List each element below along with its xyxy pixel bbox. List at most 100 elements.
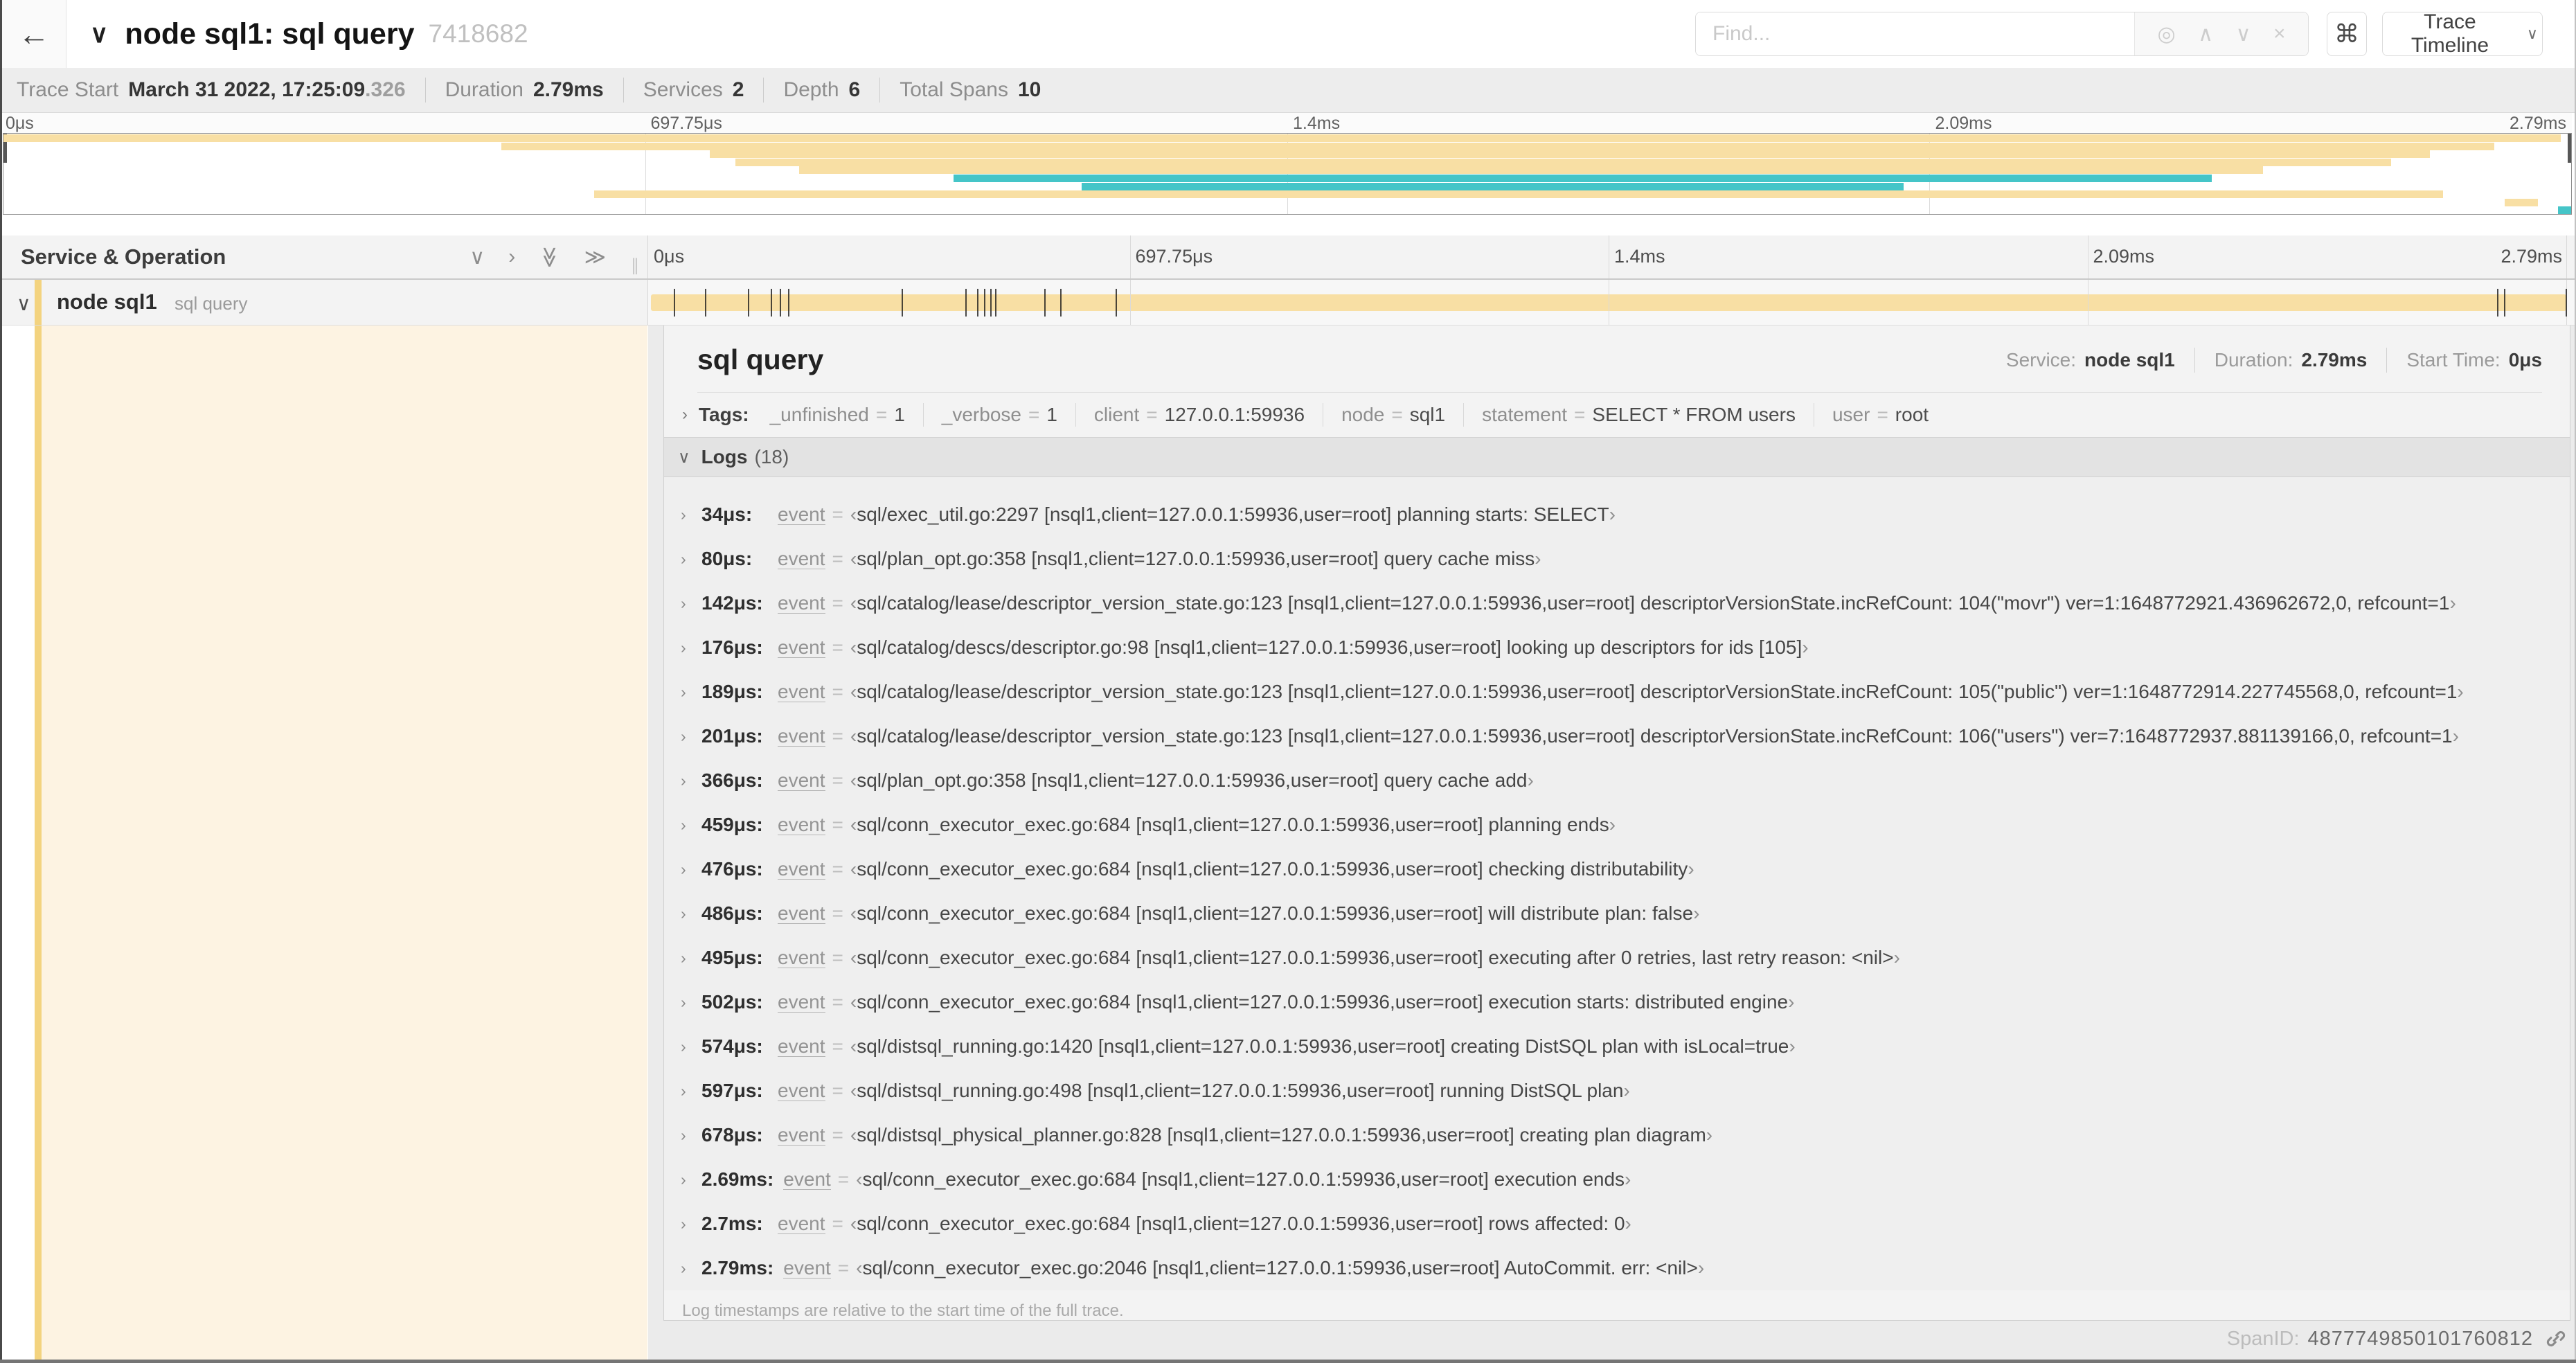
tag-equals: = xyxy=(1877,404,1888,425)
log-marker-tick xyxy=(976,289,978,317)
log-close-quote: › xyxy=(2457,681,2464,702)
collapse-one-icon[interactable]: ∨ xyxy=(469,245,485,269)
log-timestamp: 142μs: xyxy=(701,592,763,614)
log-field-value: sql/conn_executor_exec.go:2046 [nsql1,cl… xyxy=(862,1257,1698,1279)
collapse-all-icon[interactable]: ≫ xyxy=(537,246,562,267)
service-operation-title: Service & Operation xyxy=(21,244,226,269)
log-close-quote: › xyxy=(1535,548,1541,569)
collapse-trace-icon[interactable]: ∨ xyxy=(90,19,108,48)
minimap-span-bar xyxy=(3,134,2561,142)
axis-tick-label: 697.75μs xyxy=(1135,246,1213,267)
chevron-right-icon: › xyxy=(681,948,686,967)
back-button[interactable]: ← xyxy=(2,0,66,68)
tag-item: _verbose = 1 xyxy=(922,403,1057,427)
span-row[interactable]: ∨ node sql1 sql query xyxy=(0,280,2576,326)
tag-value: SELECT * FROM users xyxy=(1592,404,1796,425)
chevron-down-icon: ∨ xyxy=(2526,25,2538,42)
log-equals: = xyxy=(832,769,843,791)
focus-match-icon[interactable]: ◎ xyxy=(2157,22,2175,46)
log-marker-tick xyxy=(747,289,749,317)
log-timestamp: 476μs: xyxy=(701,858,763,880)
clear-find-icon[interactable]: × xyxy=(2273,22,2286,46)
span-row-name-cell[interactable]: ∨ node sql1 sql query xyxy=(0,280,648,325)
log-marker-tick xyxy=(965,289,967,317)
trace-summary-item: Trace Start March 31 2022, 17:25:09.326 xyxy=(17,78,406,103)
tag-key: _verbose xyxy=(941,404,1021,425)
log-timestamp: 597μs: xyxy=(701,1080,763,1101)
next-match-icon[interactable]: ∨ xyxy=(2236,22,2251,46)
minimap-span-bar xyxy=(1082,182,1904,190)
log-entry-row[interactable]: › 80μs: event = ‹ sql/plan_opt.go:358 [ns… xyxy=(664,537,2570,581)
chevron-right-icon: › xyxy=(681,771,686,790)
back-icon: ← xyxy=(18,16,50,52)
tags-accordion[interactable]: › Tags: _unfinished = 1 _verbose = 1 cli… xyxy=(681,393,2542,437)
minimap-span-bar xyxy=(709,150,2431,159)
log-field-key: event xyxy=(778,1123,825,1146)
log-close-quote: › xyxy=(1688,858,1694,880)
log-entry-row[interactable]: › 502μs: event = ‹ sql/conn_executor_exec… xyxy=(664,980,2570,1024)
log-close-quote: › xyxy=(1802,636,1809,658)
log-field-key: event xyxy=(778,680,825,703)
log-entry-row[interactable]: › 366μs: event = ‹ sql/plan_opt.go:358 [n… xyxy=(664,758,2570,803)
tag-equals: = xyxy=(1028,404,1040,425)
log-timestamp: 2.79ms: xyxy=(701,1257,774,1279)
expand-all-icon[interactable]: ≫ xyxy=(584,245,606,269)
log-field-key: event xyxy=(778,1212,825,1235)
logs-accordion-header[interactable]: ∨ Logs (18) xyxy=(664,437,2570,477)
log-entry-row[interactable]: › 574μs: event = ‹ sql/distsql_running.go… xyxy=(664,1024,2570,1069)
chevron-down-icon: ∨ xyxy=(678,447,690,467)
trace-title: node sql1: sql query xyxy=(125,17,415,51)
log-field-value: sql/plan_opt.go:358 [nsql1,client=127.0.… xyxy=(857,769,1528,791)
log-open-quote: ‹ xyxy=(850,592,857,614)
log-entry-row[interactable]: › 678μs: event = ‹ sql/distsql_physical_p… xyxy=(664,1113,2570,1157)
log-marker-tick xyxy=(990,289,992,317)
chevron-right-icon: › xyxy=(681,638,686,657)
log-entry-row[interactable]: › 2.7ms: event = ‹ sql/conn_executor_exec… xyxy=(664,1202,2570,1246)
log-equals: = xyxy=(832,592,843,614)
log-entry-row[interactable]: › 201μs: event = ‹ sql/catalog/lease/desc… xyxy=(664,714,2570,758)
log-close-quote: › xyxy=(1893,947,1900,968)
logs-list: › 34μs: event = ‹ sql/exec_util.go:2297 [… xyxy=(664,477,2570,1290)
span-collapse-icon[interactable]: ∨ xyxy=(17,292,31,315)
tag-item: user = root xyxy=(1813,403,1929,427)
expand-one-icon[interactable]: › xyxy=(508,245,515,269)
log-entry-row[interactable]: › 189μs: event = ‹ sql/catalog/lease/desc… xyxy=(664,670,2570,714)
log-open-quote: ‹ xyxy=(850,902,857,924)
log-entry-row[interactable]: › 495μs: event = ‹ sql/conn_executor_exec… xyxy=(664,936,2570,980)
log-entry-row[interactable]: › 459μs: event = ‹ sql/conn_executor_exec… xyxy=(664,803,2570,847)
log-field-value: sql/conn_executor_exec.go:684 [nsql1,cli… xyxy=(857,814,1609,835)
log-close-quote: › xyxy=(1623,1080,1630,1101)
log-equals: = xyxy=(832,1080,843,1101)
timeline-minimap[interactable] xyxy=(3,133,2572,215)
log-entry-row[interactable]: › 486μs: event = ‹ sql/conn_executor_exec… xyxy=(664,891,2570,936)
log-entry-row[interactable]: › 142μs: event = ‹ sql/catalog/lease/desc… xyxy=(664,581,2570,625)
log-field-value: sql/distsql_running.go:498 [nsql1,client… xyxy=(857,1080,1624,1101)
view-selector-button[interactable]: Trace Timeline ∨ xyxy=(2382,10,2543,57)
log-timestamp: 201μs: xyxy=(701,725,763,747)
column-resizer-handle[interactable]: ∥ xyxy=(631,256,639,276)
log-field-key: event xyxy=(783,1256,831,1279)
keyboard-shortcuts-button[interactable]: ⌘ xyxy=(2327,12,2367,56)
log-entry-row[interactable]: › 476μs: event = ‹ sql/conn_executor_exec… xyxy=(664,847,2570,891)
log-entry-row[interactable]: › 176μs: event = ‹ sql/catalog/descs/desc… xyxy=(664,625,2570,670)
log-close-quote: › xyxy=(1789,1035,1796,1057)
log-entry-row[interactable]: › 597μs: event = ‹ sql/distsql_running.go… xyxy=(664,1069,2570,1113)
tag-key: _unfinished xyxy=(769,404,869,425)
chevron-right-icon: › xyxy=(681,904,686,923)
log-field-value: sql/conn_executor_exec.go:684 [nsql1,cli… xyxy=(857,947,1894,968)
log-marker-tick xyxy=(673,289,675,317)
log-entry-row[interactable]: › 2.69ms: event = ‹ sql/conn_executor_exe… xyxy=(664,1157,2570,1202)
minimap-right-handle[interactable] xyxy=(2568,134,2571,163)
summary-value-suffix: .326 xyxy=(365,78,406,101)
log-field-value: sql/conn_executor_exec.go:684 [nsql1,cli… xyxy=(857,902,1694,924)
log-entry-row[interactable]: › 34μs: event = ‹ sql/exec_util.go:2297 [… xyxy=(664,492,2570,537)
chevron-right-icon: › xyxy=(681,682,686,701)
span-row-timeline-cell[interactable] xyxy=(651,280,2567,325)
find-buttons: ◎ ∧ ∨ × xyxy=(2134,12,2308,55)
log-entry-row[interactable]: › 2.79ms: event = ‹ sql/conn_executor_exe… xyxy=(664,1246,2570,1290)
log-open-quote: ‹ xyxy=(850,636,857,658)
log-open-quote: ‹ xyxy=(856,1257,863,1279)
find-input[interactable] xyxy=(1696,12,2134,55)
link-icon[interactable] xyxy=(2544,1327,2568,1351)
prev-match-icon[interactable]: ∧ xyxy=(2198,22,2213,46)
